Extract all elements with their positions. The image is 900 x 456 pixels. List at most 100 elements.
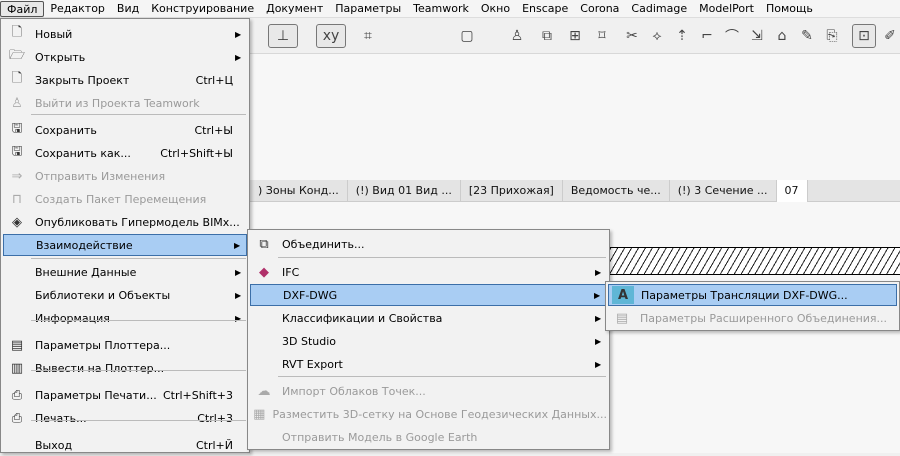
menu-item: ▤ Параметры Расширенного Объединения... [608,307,897,329]
select-edit-icon[interactable]: ⧉ [535,24,559,48]
submenu-arrow-icon: ▶ [235,29,242,39]
save-as-icon: 🖫 [11,144,23,159]
cross-icon[interactable]: ⌑ [590,24,614,48]
grid-snap-icon[interactable]: ⌗ [356,24,380,48]
menu-item[interactable]: 🗋 Новый ▶ [3,23,247,45]
menu-item[interactable]: ◈ Опубликовать Гипермодель BIMx... [3,211,247,233]
plotter-icon: ▥ [10,360,24,376]
menu-item[interactable]: ▥ Вывести на Плоттер... [3,357,247,379]
layer-icon[interactable]: ▢ [455,24,479,48]
menu-item: ⇒ Отправить Изменения [3,165,247,187]
view-tab[interactable]: Ведомость че... [563,180,670,202]
survey-mesh-icon: ▦ [253,406,266,422]
menu-item[interactable]: ◆ IFC ▶ [250,261,607,283]
fillet-icon[interactable]: ⌐ [695,24,719,48]
blank-icon [7,236,29,254]
menu-item[interactable]: 🗋 Закрыть Проект Ctrl+Ц [3,69,247,91]
menu-item-label: Закрыть Проект [35,73,130,87]
menu-item-label: Классификации и Свойства [282,311,443,325]
menu-separator [31,320,246,321]
view-tab[interactable]: (!) 3 Сечение ... [670,180,777,202]
menu-separator [31,370,246,371]
marquee-icon[interactable]: ⊡ [852,24,876,48]
menu-item[interactable]: ⎙ Печать... Ctrl+3 [3,407,247,429]
menu-1[interactable]: Редактор [44,1,111,17]
move-icon[interactable]: ⇲ [745,24,769,48]
line-type-button[interactable]: ⊥ [268,24,298,48]
menu-5[interactable]: Параметры [329,1,407,17]
roof-icon[interactable]: ⌂ [770,24,794,48]
menu-9[interactable]: Corona [574,1,625,17]
pen-icon[interactable]: ✐ [878,24,900,48]
submenu-arrow-icon: ▶ [235,290,242,300]
menu-item-label: Параметры Трансляции DXF-DWG... [641,288,848,302]
shortcut-label: Ctrl+Ц [195,73,233,87]
adjust-icon[interactable]: ⟡ [645,24,669,48]
blank-icon [253,355,275,373]
user-icon[interactable]: ♙ [505,24,529,48]
menu-item-label: RVT Export [282,357,343,371]
shortcut-label: Ctrl+Ы [194,123,234,137]
menu-item[interactable]: Взаимодействие ▶ [3,234,247,256]
menu-item-label: Разместить 3D-сетку на Основе Геодезичес… [272,407,608,421]
send-icon: ⇒ [11,168,23,184]
shortcut-label: Ctrl+3 [197,411,233,425]
menu-separator [31,114,246,115]
menu-6[interactable]: Teamwork [407,1,475,17]
menu-item-label: Выход [35,438,73,452]
arc-icon[interactable]: ⌒ [720,24,744,48]
transfer-icon[interactable]: ⎘ [820,24,844,48]
bimx-icon: ◈ [12,214,22,230]
scissors-icon[interactable]: ✂ [620,24,644,48]
menu-item[interactable]: A Параметры Трансляции DXF-DWG... [608,284,897,306]
menu-item-label: Отправить Изменения [35,169,166,183]
blank-icon [254,286,276,304]
menu-item-label: Параметры Печати... [35,388,157,402]
menu-11[interactable]: ModelPort [693,1,760,17]
wall-hatch [610,247,900,275]
blank-icon [6,309,28,327]
menu-item[interactable]: ⧉ Объединить... [250,233,607,255]
menu-item[interactable]: Информация ▶ [3,307,247,329]
view-tab[interactable]: ) Зоны Конд... [250,180,348,202]
merge-settings-icon: ▤ [615,310,629,326]
menu-item-label: Импорт Облаков Точек... [282,384,426,398]
offset-icon[interactable]: ⇡ [670,24,694,48]
blank-icon [253,309,275,327]
measure-icon[interactable]: ⊞ [563,24,587,48]
menu-3[interactable]: Конструирование [145,1,260,17]
menu-item[interactable]: ▤ Параметры Плоттера... [3,334,247,356]
menu-item[interactable]: Библиотеки и Объекты ▶ [3,284,247,306]
menu-item[interactable]: 🗁 Открыть ▶ [3,46,247,68]
point-cloud-icon: ☁ [257,383,271,399]
close-file-icon: 🗋 [11,71,23,86]
view-tab[interactable]: (!) Вид 01 Вид ... [348,180,461,202]
menu-8[interactable]: Enscape [516,1,574,17]
menu-4[interactable]: Документ [260,1,329,17]
plotter-settings-icon: ▤ [10,337,24,353]
menu-item[interactable]: 3D Studio ▶ [250,330,607,352]
print-settings-icon: ⎙ [11,387,23,403]
menu-item[interactable]: RVT Export ▶ [250,353,607,375]
shortcut-label: Ctrl+Shift+Ы [160,146,233,160]
menu-item[interactable]: Классификации и Свойства ▶ [250,307,607,329]
coordinates-button[interactable]: xy [316,24,346,48]
menu-item[interactable]: ⎙ Параметры Печати... Ctrl+Shift+3 [3,384,247,406]
submenu-arrow-icon: ▶ [235,52,242,62]
menu-item-label: Объединить... [282,237,365,251]
menu-item-label: Открыть [35,50,86,64]
menu-0[interactable]: Файл [0,0,45,17]
menu-2[interactable]: Вид [111,1,145,17]
menu-10[interactable]: Cadimage [625,1,693,17]
menu-7[interactable]: Окно [475,1,516,17]
menu-item[interactable]: 🖫 Сохранить как... Ctrl+Shift+Ы [3,142,247,164]
view-tab[interactable]: [23 Прихожая] [461,180,563,202]
menu-item: ▦ Разместить 3D-сетку на Основе Геодезиче… [250,403,607,425]
menu-12[interactable]: Помощь [760,1,819,17]
menu-item[interactable]: DXF-DWG ▶ [250,284,607,306]
menu-item[interactable]: 🖫 Сохранить Ctrl+Ы [3,119,247,141]
view-tab[interactable]: 07 [776,180,808,202]
menu-item[interactable]: Внешние Данные ▶ [3,261,247,283]
shortcut-label: Ctrl+Shift+3 [162,388,233,402]
wand-icon[interactable]: ✎ [795,24,819,48]
